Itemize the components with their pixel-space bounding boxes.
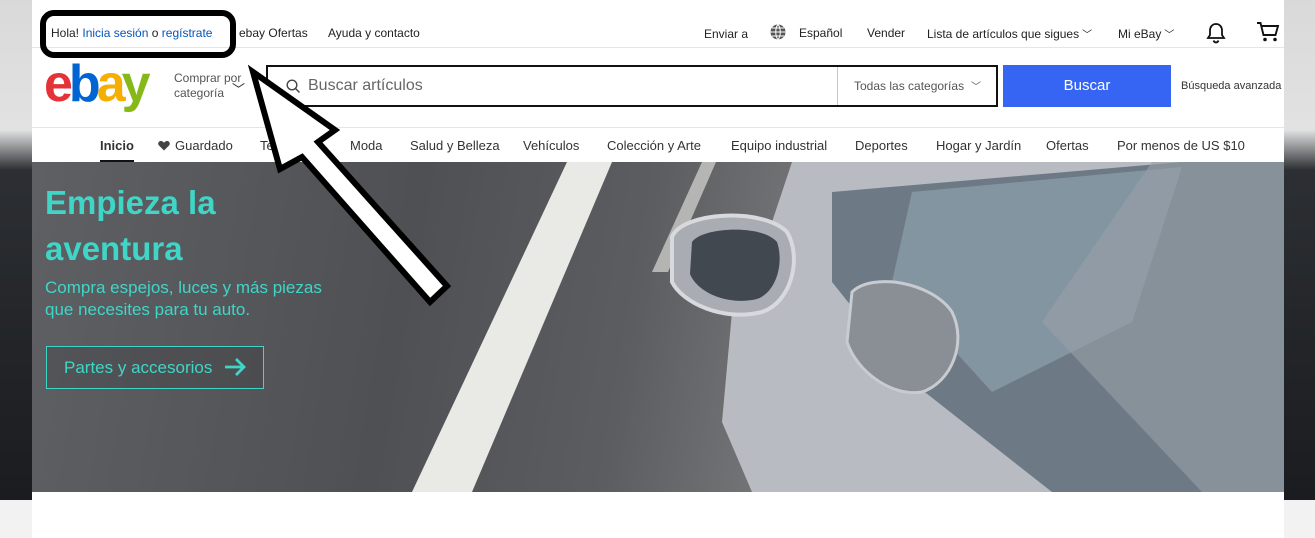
tab-tecnologia[interactable]: Tecnología [260, 138, 323, 153]
tab-equipo-industrial[interactable]: Equipo industrial [731, 138, 827, 153]
my-ebay-label: Mi eBay [1118, 27, 1162, 41]
tab-inicio[interactable]: Inicio [100, 138, 134, 162]
heart-icon [158, 141, 170, 151]
hero-subtitle: Compra espejos, luces y más piezas que n… [45, 278, 322, 319]
content-area [32, 492, 1284, 538]
search-icon [286, 79, 301, 99]
chevron-down-icon: ﹀ [1082, 30, 1093, 41]
hero-title: Empieza la aventura [45, 184, 216, 267]
tab-salud-belleza[interactable]: Salud y Belleza [410, 138, 500, 153]
category-nav: Inicio Guardado Tecnología Moda Salud y … [32, 127, 1284, 162]
search-button[interactable]: Buscar [1003, 65, 1171, 107]
tab-guardado[interactable]: Guardado [158, 138, 233, 153]
cart-icon[interactable] [1256, 21, 1280, 46]
logo-letter-e: e [44, 55, 73, 113]
globe-icon[interactable] [769, 23, 787, 44]
annotation-highlight-box [40, 10, 236, 58]
backdrop-left [0, 0, 32, 538]
deals-link[interactable]: ebay Ofertas [239, 26, 308, 40]
tab-ofertas[interactable]: Ofertas [1046, 138, 1089, 153]
arrow-right-icon [224, 357, 246, 382]
tab-hogar-jardin[interactable]: Hogar y Jardín [936, 138, 1021, 153]
logo-letter-y: y [121, 55, 151, 113]
bell-icon[interactable] [1206, 22, 1226, 47]
search-bar: Todas las categorías ﹀ [266, 65, 998, 107]
search-input[interactable] [308, 73, 828, 99]
ebay-page: Hola! Inicia sesión o regístrate ebay Of… [32, 0, 1284, 538]
logo-letter-b: b [68, 55, 101, 113]
category-select-label: Todas las categorías [854, 79, 965, 93]
hero-banner[interactable]: Empieza la aventura Compra espejos, luce… [32, 162, 1284, 492]
sell-link[interactable]: Vender [867, 26, 905, 40]
backdrop-right [1284, 0, 1315, 538]
category-select[interactable]: Todas las categorías ﹀ [837, 67, 997, 105]
top-utility-bar: Hola! Inicia sesión o regístrate ebay Of… [32, 10, 1284, 58]
road-line-main [412, 162, 612, 492]
watchlist-label: Lista de artículos que sigues [927, 27, 1080, 41]
chevron-down-icon[interactable]: ﹀ [232, 79, 245, 98]
language-selector[interactable]: Español [799, 26, 842, 40]
chevron-down-icon: ﹀ [1164, 30, 1175, 41]
help-link[interactable]: Ayuda y contacto [328, 26, 420, 40]
parts-accessories-label: Partes y accesorios [64, 358, 213, 377]
tab-vehiculos[interactable]: Vehículos [523, 138, 579, 153]
watchlist-link[interactable]: Lista de artículos que sigues ﹀ [927, 26, 1092, 41]
logo-letter-a: a [96, 55, 126, 113]
advanced-search-link[interactable]: Búsqueda avanzada [1181, 80, 1281, 92]
tab-coleccion-arte[interactable]: Colección y Arte [607, 138, 701, 153]
my-ebay-link[interactable]: Mi eBay ﹀ [1118, 26, 1174, 41]
parts-accessories-button[interactable]: Partes y accesorios [46, 346, 264, 389]
ebay-logo[interactable]: ebay [44, 55, 151, 113]
tab-moda[interactable]: Moda [350, 138, 383, 153]
tab-guardado-label: Guardado [175, 138, 233, 153]
tab-menos-10[interactable]: Por menos de US $10 [1117, 138, 1245, 153]
tab-deportes[interactable]: Deportes [855, 138, 908, 153]
chevron-down-icon: ﹀ [971, 82, 981, 93]
ship-to-link[interactable]: Enviar a [704, 27, 748, 41]
